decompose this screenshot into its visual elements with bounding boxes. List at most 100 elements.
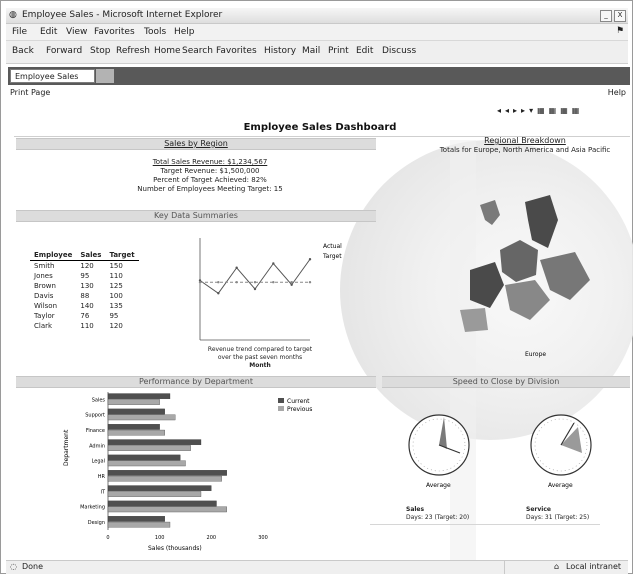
history-button[interactable]: History [264, 46, 296, 56]
table-cell: 100 [109, 292, 123, 300]
bar-current [107, 424, 160, 430]
table-row: Wilson 140 135 [30, 301, 139, 311]
dropdown-icon[interactable]: ▾ [529, 106, 533, 115]
tab-divider [96, 69, 114, 83]
export-icon[interactable]: ▦ [537, 106, 545, 115]
line-point [272, 281, 275, 284]
sales-by-region-link[interactable]: Sales by Region [164, 139, 228, 148]
map-region-scandinavia[interactable] [480, 200, 500, 225]
line-point [253, 281, 257, 284]
gauge-sales: Average [408, 414, 470, 489]
bar-tick-label: 200 [207, 535, 217, 541]
menu-favorites[interactable]: Favorites [94, 27, 135, 37]
sub-bar: Print Page Help [10, 88, 630, 100]
europe-map[interactable]: Europe [440, 190, 620, 360]
edit-button[interactable]: Edit [356, 46, 373, 56]
discuss-button[interactable]: Discuss [382, 46, 416, 56]
next-page-icon[interactable]: ▸ [513, 106, 517, 115]
table-header: Sales [76, 250, 106, 261]
gauge-label: Average [548, 482, 573, 489]
line-point [217, 281, 220, 284]
regional-breakdown-link[interactable]: Regional Breakdown [420, 136, 630, 145]
legend-previous: Previous [287, 406, 312, 413]
menu-bar: File Edit View Favorites Tools Help ⚑ [6, 24, 628, 41]
map-region-south[interactable] [505, 280, 550, 320]
table-cell: 140 [80, 302, 94, 310]
refresh-button[interactable]: Refresh [116, 46, 150, 56]
table-cell: 110 [109, 272, 123, 280]
bar-current [107, 454, 181, 461]
zone-text: Local intranet [566, 562, 622, 571]
menu-view[interactable]: View [66, 27, 87, 37]
tab-employee-sales[interactable]: Employee Sales [10, 69, 95, 83]
bar-previous [107, 414, 176, 421]
bar-previous [107, 491, 202, 497]
bar-ylabel: Department [63, 429, 70, 466]
regional-caption: Totals for Europe, North America and Asi… [439, 146, 611, 154]
bar-tick-label: 0 [106, 535, 109, 541]
gauge-label: Average [426, 482, 451, 489]
bar-current [107, 500, 217, 507]
gauge-caption-title: Service [526, 506, 551, 513]
gauge-service: Average [530, 414, 592, 489]
zone-icon: ⌂ [554, 562, 560, 571]
menu-tools[interactable]: Tools [144, 27, 166, 37]
line-point [217, 292, 220, 295]
status-text: Done [22, 562, 44, 571]
legend-swatch-current [278, 398, 284, 403]
first-page-icon[interactable]: ◂ [497, 106, 501, 115]
print-button[interactable]: Print [328, 46, 349, 56]
mail-button[interactable]: Mail [302, 46, 320, 56]
ie-icon: ◍ [9, 10, 17, 20]
home-button[interactable]: Home [154, 46, 181, 56]
email-icon[interactable]: ▦ [560, 106, 568, 115]
last-page-icon[interactable]: ▸ [521, 106, 525, 115]
table-cell: Taylor [34, 312, 55, 320]
line-point [308, 258, 312, 261]
search-button[interactable]: Search [182, 46, 213, 56]
table-cell: 110 [80, 322, 94, 330]
favorites-button[interactable]: Favorites [216, 46, 257, 56]
map-region-east[interactable] [540, 252, 590, 300]
back-button[interactable]: Back [12, 46, 34, 56]
bar-tick-label: 100 [155, 535, 165, 541]
close-button[interactable]: X [614, 10, 626, 22]
table-header: Target [105, 250, 139, 261]
menu-edit[interactable]: Edit [40, 27, 57, 37]
table-cell: Brown [34, 282, 56, 290]
bar-category-label: Sales [92, 397, 106, 403]
bar-current [107, 516, 165, 522]
legend-swatch-previous [278, 406, 284, 411]
bar-previous [107, 521, 171, 528]
summary-block: Total Sales Revenue: $1,234,567 Target R… [100, 158, 320, 194]
forward-button[interactable]: Forward [46, 46, 82, 56]
save-icon[interactable]: ▦ [572, 106, 580, 115]
dashboard-controls: ◂ ◂ ▸ ▸ ▾ ▦ ▦ ▦ ▦ [497, 104, 631, 116]
window-title: Employee Sales - Microsoft Internet Expl… [22, 10, 223, 20]
minimize-button[interactable]: _ [600, 10, 612, 22]
menu-file[interactable]: File [12, 27, 27, 37]
bar-current [107, 470, 227, 476]
stop-button[interactable]: Stop [90, 46, 110, 56]
map-region-central[interactable] [500, 240, 538, 282]
dashboard-title: Employee Sales Dashboard [243, 122, 397, 133]
regional-breakdown: Regional Breakdown Totals for Europe, No… [420, 136, 630, 154]
bar-category-label: Legal [92, 459, 105, 465]
tool-bar: Back Forward Stop Refresh Home Search Fa… [6, 41, 628, 64]
title-bar: ◍ Employee Sales - Microsoft Internet Ex… [6, 8, 628, 24]
menu-help[interactable]: Help [174, 27, 195, 37]
table-row: Davis 88 100 [30, 291, 139, 301]
map-region-iberia[interactable] [460, 308, 488, 332]
bar-previous [107, 399, 160, 405]
map-region-baltic[interactable] [525, 195, 558, 248]
table-cell: 95 [80, 272, 90, 280]
performance-header: Performance by Department [16, 376, 376, 388]
help-link[interactable]: Help [608, 88, 626, 97]
prev-page-icon[interactable]: ◂ [505, 106, 509, 115]
key-data-header: Key Data Summaries [16, 210, 376, 222]
map-region-west[interactable] [470, 262, 504, 308]
gauge-caption-title: Sales [406, 506, 425, 513]
print-icon[interactable]: ▦ [549, 106, 557, 115]
print-page-link[interactable]: Print Page [10, 88, 50, 97]
table-row: Brown 130 125 [30, 281, 139, 291]
